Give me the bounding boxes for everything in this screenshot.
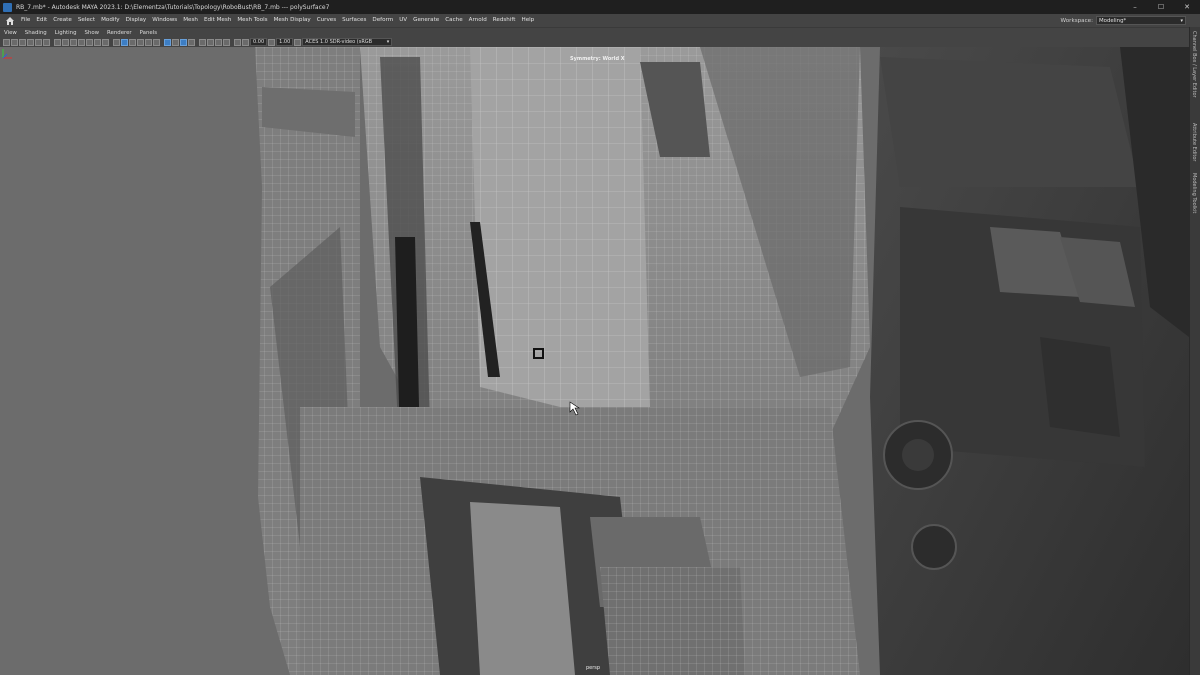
- grid-icon[interactable]: [54, 38, 61, 46]
- menu-mesh-display[interactable]: Mesh Display: [271, 14, 314, 27]
- jaw-mesh: [300, 407, 860, 675]
- side-tab-attribute-editor[interactable]: Attribute Editor: [1191, 123, 1197, 161]
- shadows-icon[interactable]: [153, 38, 160, 46]
- side-tab-modeling-toolkit[interactable]: Modeling Toolkit: [1191, 173, 1197, 213]
- side-tab-channel-box[interactable]: Channel Box / Layer Editor: [1191, 31, 1197, 98]
- menu-surfaces[interactable]: Surfaces: [339, 14, 369, 27]
- menu-edit[interactable]: Edit: [33, 14, 50, 27]
- menu-arnold[interactable]: Arnold: [466, 14, 490, 27]
- panel-menu-lighting[interactable]: Lighting: [51, 28, 81, 38]
- xray-active-icon[interactable]: [188, 38, 195, 46]
- panel-menu-renderer[interactable]: Renderer: [103, 28, 136, 38]
- ambient-occlusion-icon[interactable]: [199, 38, 206, 46]
- resolution-gate-icon[interactable]: [70, 38, 77, 46]
- menu-file[interactable]: File: [18, 14, 33, 27]
- panel-menu-view[interactable]: View: [0, 28, 21, 38]
- menu-generate[interactable]: Generate: [410, 14, 442, 27]
- maya-app-icon: [3, 2, 12, 12]
- menu-help[interactable]: Help: [518, 14, 537, 27]
- menu-windows[interactable]: Windows: [149, 14, 180, 27]
- camera-name-hud: persp: [586, 665, 601, 671]
- viewport-toolbar: 0.00 1.00 ACES 1.0 SDR-video (sRGB ▾: [0, 37, 1189, 47]
- viewport-panel-menu: View Shading Lighting Show Renderer Pane…: [0, 27, 1189, 37]
- menu-create[interactable]: Create: [50, 14, 75, 27]
- antialiasing-icon[interactable]: [215, 38, 222, 46]
- gate-mask-icon[interactable]: [78, 38, 85, 46]
- grease-pencil-icon[interactable]: [43, 38, 50, 46]
- window-title: RB_7.mb* - Autodesk MAYA 2023.1: D:\Elem…: [16, 3, 330, 11]
- default-material-icon[interactable]: [129, 38, 136, 46]
- color-space-dropdown[interactable]: ACES 1.0 SDR-video (sRGB ▾: [302, 38, 393, 46]
- isolate-select-icon[interactable]: [234, 38, 241, 46]
- menu-select[interactable]: Select: [75, 14, 98, 27]
- menu-display[interactable]: Display: [123, 14, 150, 27]
- xray-icon[interactable]: [172, 38, 179, 46]
- workspace-dropdown[interactable]: Modeling* ▾: [1096, 16, 1186, 25]
- exposure-field[interactable]: 0.00: [250, 38, 268, 46]
- film-gate-icon[interactable]: [62, 38, 69, 46]
- menu-curves[interactable]: Curves: [314, 14, 339, 27]
- side-panel-tabs: Channel Box / Layer Editor Attribute Edi…: [1189, 27, 1200, 675]
- image-plane-icon[interactable]: [27, 38, 34, 46]
- menu-redshift[interactable]: Redshift: [490, 14, 519, 27]
- panel-menu-shading[interactable]: Shading: [21, 28, 51, 38]
- minimize-button[interactable]: –: [1122, 0, 1148, 14]
- close-button[interactable]: ✕: [1174, 0, 1200, 14]
- axis-gizmo-icon: [2, 49, 12, 59]
- depth-of-field-icon[interactable]: [223, 38, 230, 46]
- menu-mesh-tools[interactable]: Mesh Tools: [234, 14, 270, 27]
- wireframe-icon[interactable]: [113, 38, 120, 46]
- chevron-down-icon: ▾: [1180, 18, 1183, 24]
- xray-joints-icon[interactable]: [180, 38, 187, 46]
- workspace-selector: Workspace: Modeling* ▾: [1061, 15, 1186, 26]
- textured-icon[interactable]: [137, 38, 144, 46]
- menu-deform[interactable]: Deform: [369, 14, 396, 27]
- field-chart-icon[interactable]: [86, 38, 93, 46]
- bookmarks-icon[interactable]: [19, 38, 26, 46]
- safe-action-icon[interactable]: [94, 38, 101, 46]
- workspace-label: Workspace:: [1060, 17, 1093, 24]
- menu-modify[interactable]: Modify: [98, 14, 123, 27]
- title-bar: RB_7.mb* - Autodesk MAYA 2023.1: D:\Elem…: [0, 0, 1200, 14]
- window-controls: – ☐ ✕: [1122, 0, 1200, 14]
- chevron-down-icon: ▾: [386, 39, 390, 45]
- panel-menu-show[interactable]: Show: [81, 28, 104, 38]
- maximize-button[interactable]: ☐: [1148, 0, 1174, 14]
- 3d-viewport[interactable]: Symmetry: World X persp: [0, 47, 1189, 675]
- motion-blur-icon[interactable]: [207, 38, 214, 46]
- select-camera-icon[interactable]: [3, 38, 10, 46]
- exposure-icon[interactable]: [242, 38, 249, 46]
- menu-cache[interactable]: Cache: [442, 14, 465, 27]
- camera-attributes-icon[interactable]: [11, 38, 18, 46]
- 2d-pan-zoom-icon[interactable]: [35, 38, 42, 46]
- menu-mesh[interactable]: Mesh: [180, 14, 201, 27]
- wireframe-on-shaded-icon[interactable]: [164, 38, 171, 46]
- menu-uv[interactable]: UV: [396, 14, 410, 27]
- lights-icon[interactable]: [145, 38, 152, 46]
- main-menu-bar: File Edit Create Select Modify Display W…: [0, 14, 1200, 27]
- gamma-field[interactable]: 1.00: [276, 38, 294, 46]
- gamma-icon[interactable]: [268, 38, 276, 46]
- home-icon[interactable]: [5, 16, 15, 26]
- color-management-icon[interactable]: [294, 38, 302, 46]
- workspace-value: Modeling*: [1099, 18, 1127, 24]
- symmetry-hud: Symmetry: World X: [570, 56, 625, 62]
- viewport-scene: [255, 47, 1189, 675]
- safe-title-icon[interactable]: [102, 38, 109, 46]
- right-armor-part: [870, 47, 1189, 675]
- smooth-shade-icon[interactable]: [121, 38, 128, 46]
- color-space-value: ACES 1.0 SDR-video (sRGB: [305, 39, 373, 45]
- menu-edit-mesh[interactable]: Edit Mesh: [201, 14, 234, 27]
- panel-menu-panels[interactable]: Panels: [136, 28, 161, 38]
